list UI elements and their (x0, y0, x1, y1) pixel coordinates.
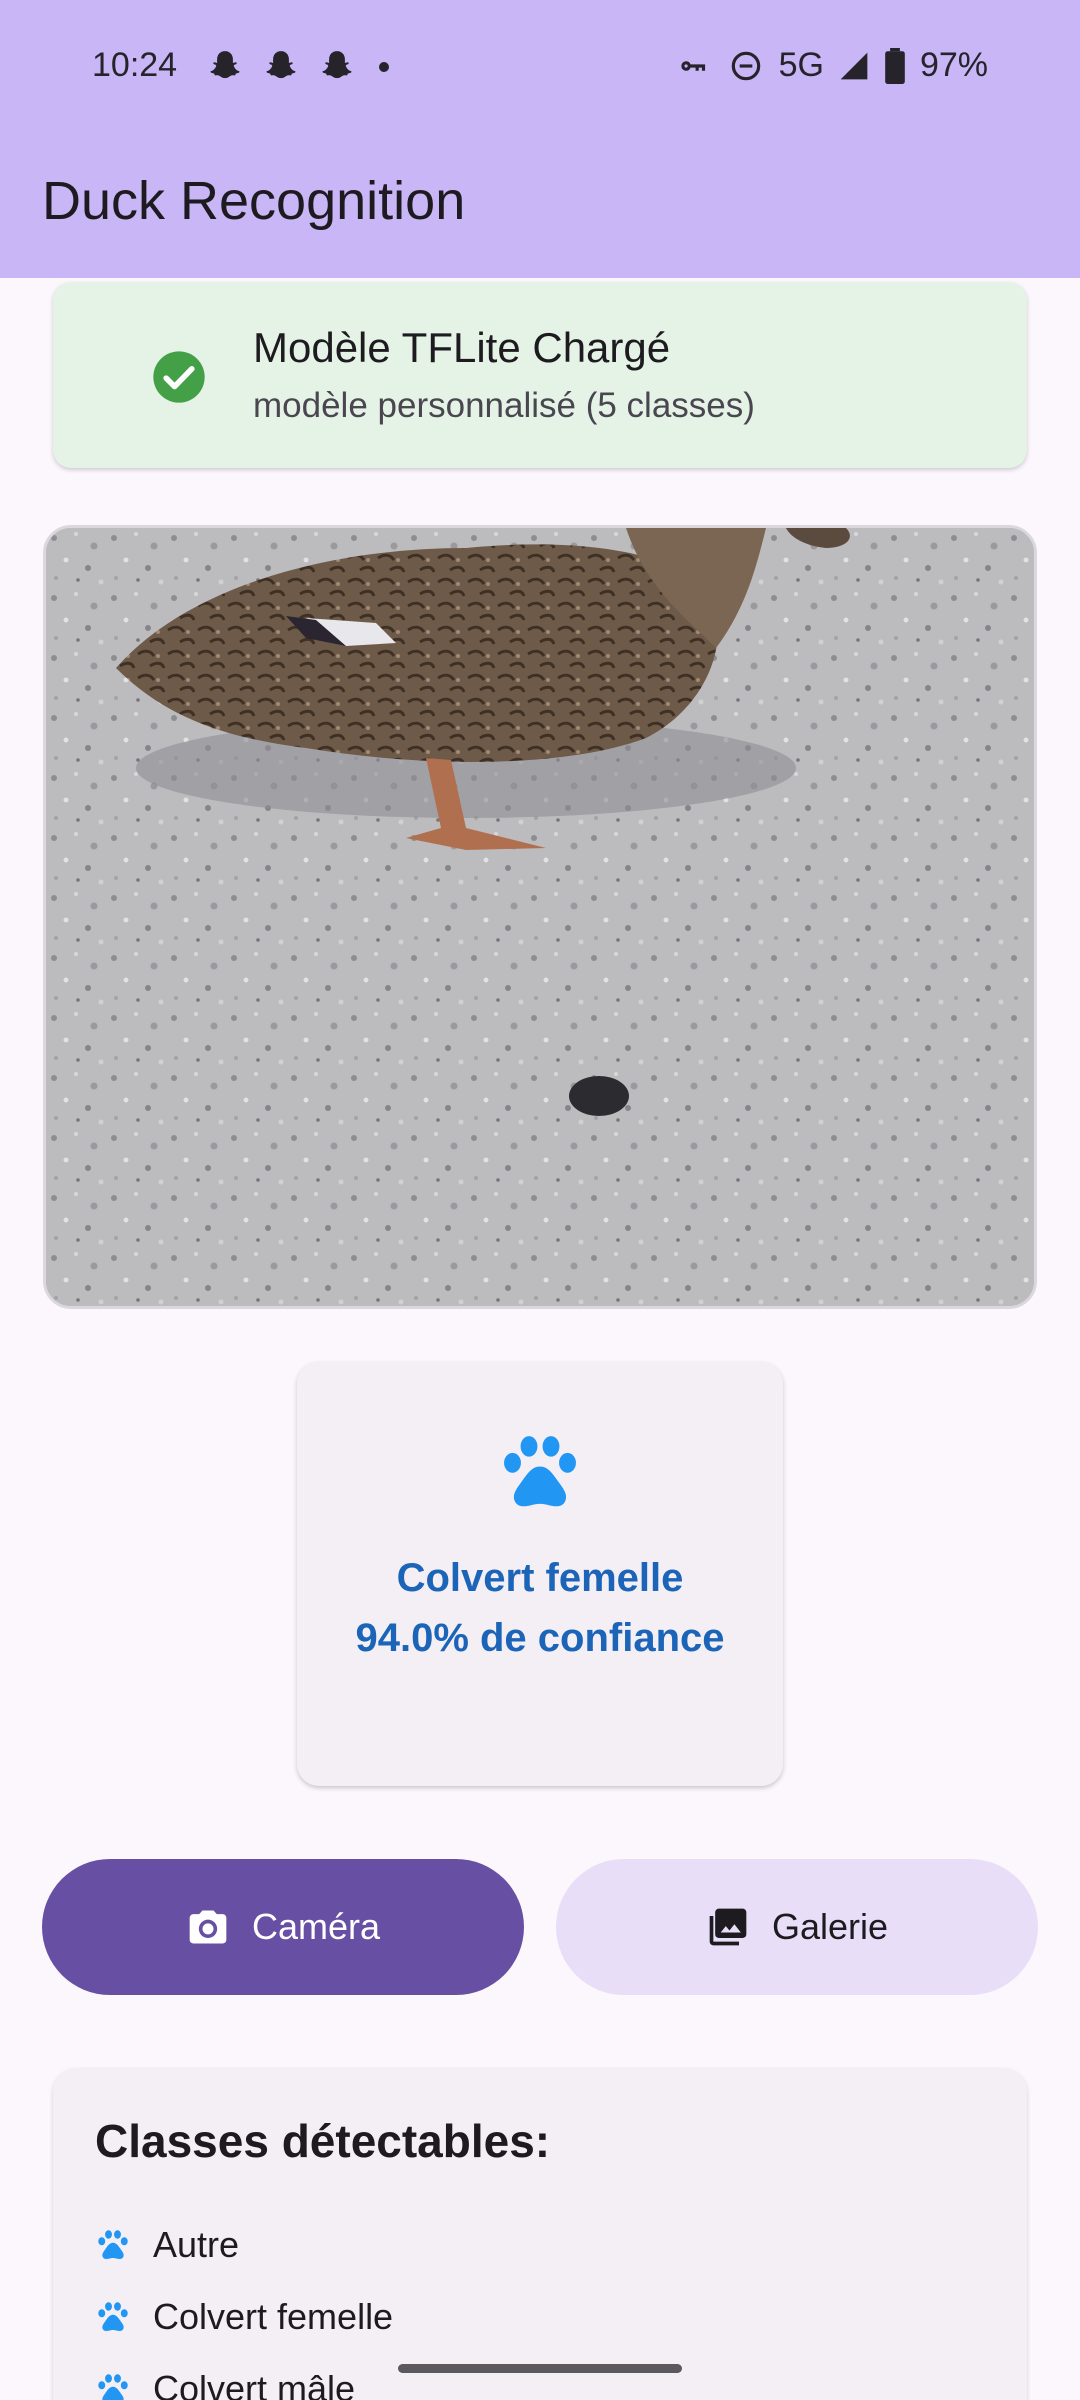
do-not-disturb-icon (731, 51, 760, 80)
status-right: 5G 97% (675, 46, 988, 85)
camera-icon (189, 1910, 227, 1944)
dot-icon (379, 62, 389, 72)
signal-icon (840, 52, 868, 79)
duck-photo (46, 528, 1034, 1306)
model-status-subtitle: modèle personnalisé (5 classes) (253, 386, 755, 425)
gallery-button[interactable]: Galerie (556, 1859, 1038, 1995)
network-label: 5G (778, 46, 824, 84)
home-gesture-bar[interactable] (398, 2364, 682, 2373)
camera-button[interactable]: Caméra (42, 1859, 524, 1995)
detectable-classes-card: Classes détectables: Autre Colvert femel… (53, 2068, 1027, 2400)
prediction-label: Colvert femelle (396, 1556, 684, 1600)
model-status-title: Modèle TFLite Chargé (253, 324, 671, 371)
list-item: Colvert mâle (95, 2368, 355, 2400)
paw-icon (504, 1436, 576, 1507)
list-item: Colvert femelle (95, 2296, 393, 2338)
battery-icon (885, 47, 905, 84)
gallery-button-label: Galerie (771, 1906, 889, 1947)
class-label: Autre (153, 2224, 240, 2265)
check-circle-icon (153, 351, 205, 403)
camera-button-label: Caméra (251, 1906, 381, 1947)
prediction-confidence: 94.0% de confiance (355, 1616, 725, 1660)
notification-icons (206, 48, 394, 86)
paw-icon (98, 2302, 128, 2332)
image-icon (709, 1908, 747, 1946)
app-title: Duck Recognition (42, 171, 466, 231)
model-status-card: Modèle TFLite Chargé modèle personnalisé… (53, 282, 1027, 468)
snapchat-icon (210, 51, 240, 79)
vpn-key-icon (680, 60, 705, 71)
top-app-bar: 10:24 5G 97% Duck Recognition (0, 0, 1080, 278)
snapchat-icon (322, 51, 352, 79)
paw-icon (98, 2230, 128, 2260)
status-bar: 10:24 5G 97% (0, 0, 1080, 135)
class-label: Colvert femelle (153, 2296, 394, 2337)
list-item: Autre (95, 2224, 239, 2266)
class-label: Colvert mâle (153, 2368, 356, 2400)
captured-photo (43, 525, 1037, 1309)
battery-percent: 97% (919, 46, 988, 84)
status-time: 10:24 (92, 46, 178, 84)
classes-title: Classes détectables: (95, 2115, 551, 2167)
prediction-result-card: Colvert femelle 94.0% de confiance (297, 1362, 783, 1786)
snapchat-icon (266, 51, 296, 79)
paw-icon (98, 2374, 128, 2400)
